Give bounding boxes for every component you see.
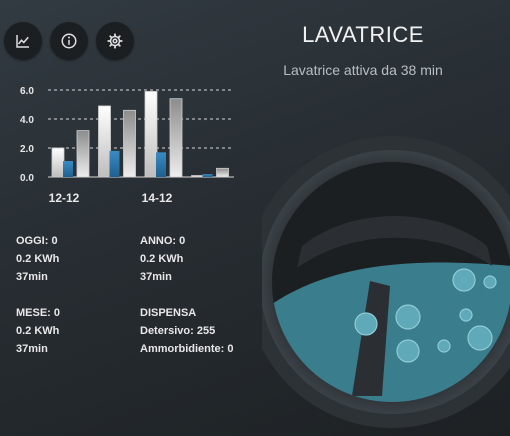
- year-energy: 0.2 KWh: [140, 253, 184, 265]
- washing-machine-drum-illustration: [262, 136, 510, 428]
- chart-bar: [144, 91, 158, 178]
- month-time: 37min: [16, 343, 48, 355]
- chart-bar: [202, 174, 213, 177]
- year-time: 37min: [140, 271, 172, 283]
- chart-line-icon: [16, 35, 29, 48]
- stats-button[interactable]: [4, 22, 42, 60]
- today-stats: OGGI: 0 0.2 KWh 37min: [16, 232, 59, 286]
- bubble: [395, 304, 421, 330]
- settings-button[interactable]: [96, 22, 134, 60]
- info-icon: [61, 33, 77, 49]
- chart-bar: [63, 161, 73, 177]
- chart-bar: [98, 105, 111, 178]
- x-tick-label: 14-12: [142, 191, 173, 205]
- dispenser-title: DISPENSA: [140, 307, 197, 319]
- chart-bar: [169, 98, 183, 178]
- chart-bar: [109, 150, 120, 177]
- month-energy: 0.2 KWh: [16, 325, 60, 337]
- chart-bar: [156, 152, 166, 177]
- today-time: 37min: [16, 271, 48, 283]
- today-energy: 0.2 KWh: [16, 253, 60, 265]
- y-tick-label: 0.0: [20, 173, 34, 184]
- dispenser-stats: DISPENSA Detersivo: 255 Ammorbidiente: 0: [140, 304, 234, 358]
- bubble: [396, 339, 420, 363]
- chart-bar: [191, 175, 204, 178]
- gear-icon: [107, 33, 123, 49]
- page-title: LAVATRICE: [302, 22, 424, 47]
- x-tick-label: 12-12: [49, 191, 80, 205]
- month-count: MESE: 0: [16, 307, 61, 319]
- y-tick-label: 2.0: [20, 144, 34, 155]
- bubble: [354, 312, 378, 336]
- year-count: ANNO: 0: [140, 235, 186, 247]
- month-stats: MESE: 0 0.2 KWh 37min: [16, 304, 60, 358]
- softener-level: Ammorbidiente: 0: [140, 343, 234, 355]
- chart-bar: [51, 147, 65, 178]
- today-count: OGGI: 0: [16, 235, 58, 247]
- chart-bar: [76, 130, 90, 178]
- bubble: [483, 275, 497, 289]
- chart-bar: [216, 167, 229, 178]
- y-tick-label: 4.0: [20, 115, 34, 126]
- bubble: [459, 308, 473, 322]
- status-subtitle: Lavatrice attiva da 38 min: [283, 62, 443, 78]
- consumption-chart: 6.0 4.0 2.0 0.0 12-12 14-12: [20, 86, 234, 205]
- year-stats: ANNO: 0 0.2 KWh 37min: [140, 232, 185, 286]
- y-tick-label: 6.0: [20, 86, 34, 97]
- detergent-level: Detersivo: 255: [140, 325, 216, 337]
- bubble: [452, 268, 476, 292]
- info-button[interactable]: [50, 22, 88, 60]
- bubble: [467, 325, 493, 351]
- bubble: [437, 339, 451, 353]
- chart-bar: [123, 109, 136, 178]
